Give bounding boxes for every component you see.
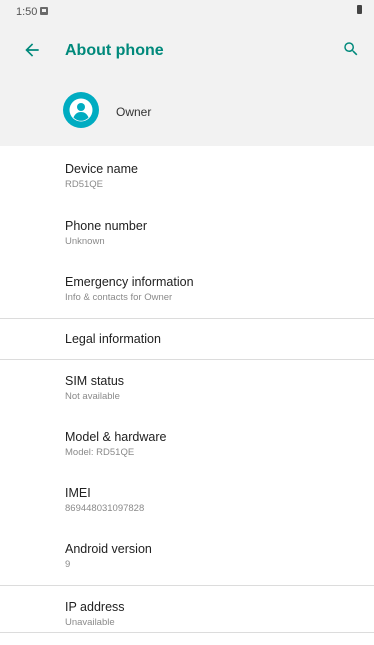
- android-version-item[interactable]: Android version 9: [0, 528, 374, 584]
- item-subtitle: Model: RD51QE: [65, 447, 135, 458]
- app-bar: About phone: [0, 26, 374, 76]
- phone-number-item[interactable]: Phone number Unknown: [0, 200, 374, 255]
- divider: [0, 632, 374, 633]
- item-subtitle: Unknown: [65, 236, 105, 247]
- item-subtitle: 9: [65, 559, 71, 570]
- image-notification-icon: [40, 7, 48, 15]
- search-icon[interactable]: [342, 40, 360, 58]
- item-title: Phone number: [65, 219, 148, 233]
- item-title: Android version: [65, 542, 152, 556]
- ip-address-item[interactable]: IP address Unavailable: [0, 586, 374, 632]
- owner-name: Owner: [116, 105, 152, 119]
- item-title: Legal information: [65, 332, 161, 346]
- item-title: Emergency information: [65, 275, 194, 289]
- battery-icon: [357, 5, 362, 14]
- legal-information-item[interactable]: Legal information: [0, 319, 374, 359]
- model-hardware-item[interactable]: Model & hardware Model: RD51QE: [0, 416, 374, 472]
- account-circle-icon: [63, 92, 99, 128]
- item-subtitle: Not available: [65, 391, 120, 402]
- item-title: IP address: [65, 600, 125, 614]
- item-subtitle: Unavailable: [65, 617, 115, 628]
- arrow-back-icon[interactable]: [22, 40, 42, 60]
- item-title: Model & hardware: [65, 430, 167, 444]
- item-title: Device name: [65, 162, 138, 176]
- item-subtitle: RD51QE: [65, 179, 104, 190]
- status-bar: 1:50: [0, 0, 374, 26]
- device-name-item[interactable]: Device name RD51QE: [0, 146, 374, 200]
- page-title: About phone: [65, 42, 164, 59]
- item-subtitle: Info & contacts for Owner: [65, 292, 173, 303]
- item-subtitle: 869448031097828: [65, 503, 145, 514]
- emergency-information-item[interactable]: Emergency information Info & contacts fo…: [0, 255, 374, 311]
- imei-item[interactable]: IMEI 869448031097828: [0, 472, 374, 528]
- item-title: IMEI: [65, 486, 91, 500]
- item-title: SIM status: [65, 374, 125, 388]
- sim-status-item[interactable]: SIM status Not available: [0, 360, 374, 416]
- owner-header[interactable]: Owner: [0, 76, 374, 146]
- status-time: 1:50: [16, 6, 38, 18]
